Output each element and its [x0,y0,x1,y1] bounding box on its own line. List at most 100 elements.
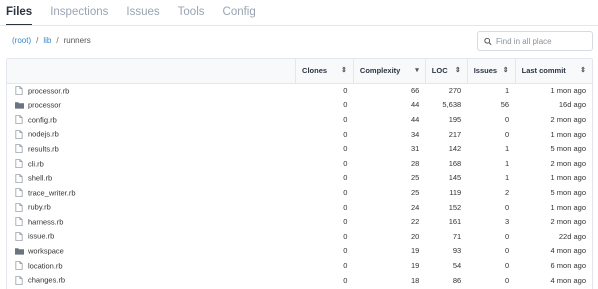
cell-loc: 71 [452,231,462,241]
table-row[interactable]: changes.rb 0 18 86 0 4 mon ago [7,273,592,288]
table-row[interactable]: workspace 0 19 93 0 4 mon ago [7,244,592,259]
cell-complexity: 24 [410,202,420,212]
header-complexity-label: Complexity [359,66,401,76]
file-name-link[interactable]: results.rb [28,144,59,153]
file-name-link[interactable]: config.rb [28,115,57,124]
tab-inspections[interactable]: Inspections [50,0,108,26]
cell-complexity: 20 [410,231,420,241]
cell-last-commit: 4 mon ago [550,275,586,285]
table-row[interactable]: nodejs.rb 0 34 217 0 1 mon ago [7,127,592,142]
tab-files[interactable]: Files [6,0,33,26]
sort-icon[interactable]: ⇕ [455,66,461,74]
file-name-link[interactable]: nodejs.rb [28,130,59,139]
cell-complexity: 34 [410,129,420,139]
cell-last-commit: 2 mon ago [550,217,586,227]
cell-last-commit: 1 mon ago [550,202,586,212]
tab-divider [0,25,598,26]
table-row[interactable]: processor 0 44 5,638 56 16d ago [7,98,592,113]
tab-issues[interactable]: Issues [126,0,159,26]
cell-last-commit: 5 mon ago [550,187,586,197]
sort-icon[interactable]: ⇕ [341,66,347,74]
sort-desc-icon[interactable]: ▾ [415,66,419,74]
cell-loc: 270 [448,86,462,96]
cell-complexity: 19 [410,260,420,270]
file-name-link[interactable]: processor [28,101,61,110]
tab-config[interactable]: Config [223,0,256,26]
cell-complexity: 31 [410,144,420,154]
cell-clones: 0 [343,144,348,154]
file-icon [15,173,23,183]
breadcrumb-current: runners [63,36,91,45]
table-row[interactable]: issue.rb 0 20 71 0 22d ago [7,229,592,244]
cell-clones: 0 [343,114,348,124]
file-name-link[interactable]: issue.rb [28,232,54,241]
file-name-link[interactable]: cli.rb [28,159,44,168]
table-row[interactable]: shell.rb 0 25 145 1 1 mon ago [7,171,592,186]
header-clones[interactable]: Clones ⇕ [295,59,354,84]
header-loc[interactable]: LOC ⇕ [424,59,468,84]
file-icon [15,159,23,168]
cell-complexity: 19 [410,246,420,256]
file-icon [15,129,23,139]
file-icon [15,144,23,154]
cell-issues: 1 [504,173,510,183]
file-name-link[interactable]: shell.rb [28,174,52,183]
table-row[interactable]: config.rb 0 44 195 0 2 mon ago [7,112,592,127]
cell-issues: 0 [504,202,510,212]
breadcrumb-root[interactable]: (root) [12,36,31,45]
file-icon [15,261,23,271]
cell-complexity: 22 [410,217,420,227]
cell-clones: 0 [343,246,348,256]
cell-issues: 0 [504,246,510,256]
table-row[interactable]: harness.rb 0 22 161 3 2 mon ago [7,214,592,229]
sort-icon[interactable]: ⇕ [503,66,509,74]
cell-loc: 93 [452,246,462,256]
header-last-commit[interactable]: Last commit ⇕ [514,59,592,84]
cell-last-commit: 4 mon ago [550,246,586,256]
cell-loc: 54 [452,260,462,270]
breadcrumb-lib[interactable]: lib [43,36,51,45]
table-header-row: Clones ⇕ Complexity ▾ LOC ⇕ Issues ⇕ Last co… [7,59,592,84]
file-icon [15,275,23,285]
file-name-link[interactable]: harness.rb [28,217,63,226]
file-icon [15,202,23,212]
cell-issues: 0 [504,231,510,241]
table-row[interactable]: trace_writer.rb 0 25 119 2 5 mon ago [7,185,592,200]
table-row[interactable]: ruby.rb 0 24 152 0 1 mon ago [7,200,592,215]
files-table: Clones ⇕ Complexity ▾ LOC ⇕ Issues ⇕ Last co… [6,58,593,289]
search-icon [484,37,492,45]
search-input[interactable] [496,36,592,46]
cell-clones: 0 [343,100,348,110]
cell-issues: 0 [504,129,510,139]
cell-complexity: 25 [410,187,420,197]
tab-bar: Files Inspections Issues Tools Config [6,0,274,26]
table-row[interactable]: location.rb 0 19 54 0 6 mon ago [7,258,592,273]
table-row[interactable]: results.rb 0 31 142 1 5 mon ago [7,141,592,156]
file-icon [15,86,23,96]
header-complexity[interactable]: Complexity ▾ [352,59,426,84]
cell-last-commit: 16d ago [558,100,586,110]
table-row[interactable]: cli.rb 0 28 168 1 2 mon ago [7,156,592,171]
file-name-link[interactable]: workspace [28,247,64,256]
cell-clones: 0 [343,173,348,183]
file-name-link[interactable]: changes.rb [28,276,65,285]
cell-clones: 0 [343,260,348,270]
cell-loc: 145 [448,173,462,183]
header-name [7,59,296,84]
folder-icon [15,101,24,110]
cell-loc: 5,638 [442,100,462,110]
table-row[interactable]: processor.rb 0 66 270 1 1 mon ago [7,83,592,98]
file-name-link[interactable]: location.rb [28,261,63,270]
cell-last-commit: 6 mon ago [550,260,586,270]
cell-loc: 195 [448,114,462,124]
cell-issues: 2 [504,187,510,197]
cell-last-commit: 2 mon ago [550,114,586,124]
sort-icon[interactable]: ⇕ [580,66,586,74]
file-name-link[interactable]: processor.rb [28,86,69,95]
header-issues[interactable]: Issues ⇕ [466,59,516,84]
tab-tools[interactable]: Tools [178,0,205,26]
file-name-link[interactable]: trace_writer.rb [28,188,76,197]
cell-issues: 1 [504,158,510,168]
folder-icon [15,247,24,256]
file-name-link[interactable]: ruby.rb [28,203,51,212]
